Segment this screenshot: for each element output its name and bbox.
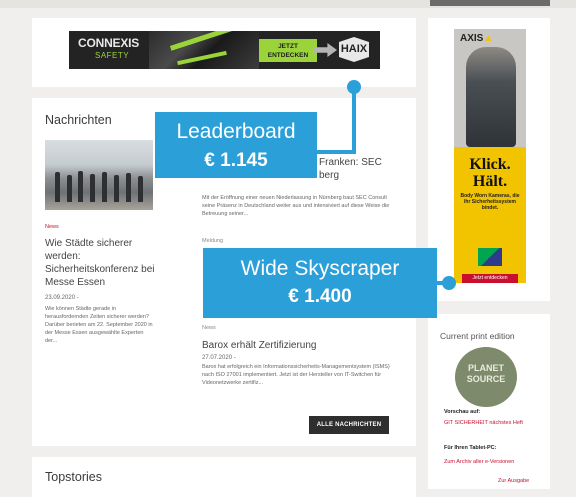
leaderboard-pointer-dot xyxy=(347,80,361,94)
print-edition-title: Current print edition xyxy=(440,331,515,341)
axis-triangle-icon: ▲ xyxy=(483,33,494,44)
news-item-date: 27.07.2020 - xyxy=(202,355,236,361)
connexis-logo: CONNEXIS xyxy=(78,36,140,50)
ad-headline: Klick. Hält. xyxy=(469,156,511,190)
photo-figure xyxy=(55,172,60,202)
connexis-sub: SAFETY xyxy=(95,51,130,60)
issue-link[interactable]: Zur Ausgabe xyxy=(498,478,529,485)
news-item-text: Barox hat erfolgreich ein Informationssi… xyxy=(202,364,390,386)
topstories-card: Topstories xyxy=(32,457,416,497)
photo-figure xyxy=(114,175,119,202)
topstories-title: Topstories xyxy=(45,470,102,484)
magazine-cover-title: PLANET SOURCE xyxy=(466,363,506,384)
axis-logo: AXIS▲ xyxy=(460,33,494,44)
leaderboard-pointer-line xyxy=(352,88,356,154)
person-image xyxy=(466,47,516,147)
leaderboard-card: CONNEXIS SAFETY JETZT ENTDECKEN HAIX xyxy=(32,18,416,87)
photo-figure xyxy=(90,174,95,202)
news-section-title: Nachrichten xyxy=(45,113,112,127)
news-image[interactable] xyxy=(45,140,153,210)
leaderboard-price: € 1.145 xyxy=(204,150,268,171)
photo-figure xyxy=(102,172,107,202)
skyscraper-price: € 1.400 xyxy=(288,286,352,307)
leaderboard-label: Leaderboard € 1.145 xyxy=(155,112,317,178)
news-item-title[interactable]: Franken: SEC berg xyxy=(319,156,399,182)
haix-logo: HAIX xyxy=(339,37,369,62)
brand-mark-icon xyxy=(478,248,502,266)
news-item-text: Wie können Städte gerade in herausforder… xyxy=(45,306,153,344)
leaderboard-ad-banner[interactable]: CONNEXIS SAFETY JETZT ENTDECKEN HAIX xyxy=(69,31,380,69)
news-tag: News xyxy=(45,224,59,230)
tablet-label: Für Ihren Tablet-PC: xyxy=(444,445,497,451)
photo-figure xyxy=(67,175,72,202)
photo-figure xyxy=(126,173,131,202)
skyscraper-label: Wide Skyscraper € 1.400 xyxy=(203,248,437,318)
photo-figure xyxy=(78,171,83,202)
skyscraper-card: AXIS▲ Klick. Hält. Body Worn Kameras, di… xyxy=(428,18,550,301)
skyscraper-label-text: Wide Skyscraper xyxy=(240,257,400,280)
photo-figure xyxy=(138,176,143,202)
archive-link[interactable]: Zum Archiv aller e-Versionen xyxy=(444,459,514,466)
print-edition-card: Current print edition PLANET SOURCE Vors… xyxy=(428,314,550,489)
preview-link[interactable]: GIT SICHERHEIT nächstes Heft xyxy=(444,420,536,427)
skyscraper-ad-banner[interactable]: AXIS▲ Klick. Hält. Body Worn Kameras, di… xyxy=(454,29,526,283)
ad-small-text: Body Worn Kameras, die Ihr Sicherheitssy… xyxy=(460,193,520,211)
ad-button[interactable]: Jetzt entdecken xyxy=(462,274,518,283)
news-tag: Meldung xyxy=(202,238,224,244)
skyscraper-pointer-dot xyxy=(442,276,456,290)
all-news-button[interactable]: ALLE NACHRICHTEN xyxy=(309,416,389,434)
top-strip-dark xyxy=(430,0,550,6)
ad-cta-button[interactable]: JETZT ENTDECKEN xyxy=(259,39,317,62)
leaderboard-label-text: Leaderboard xyxy=(176,120,296,143)
news-item-title[interactable]: Barox erhält Zertifizierung xyxy=(202,339,392,352)
preview-label: Vorschau auf: xyxy=(444,409,481,415)
news-item-text: Mit der Eröffnung einer neuen Niederlass… xyxy=(202,195,390,217)
news-item-date: 23.09.2020 - xyxy=(45,295,79,301)
leaderboard-pointer-line xyxy=(317,150,356,154)
news-tag: News xyxy=(202,325,216,331)
news-item-title[interactable]: Wie Städte sicherer werden: Sicherheitsk… xyxy=(45,237,170,289)
